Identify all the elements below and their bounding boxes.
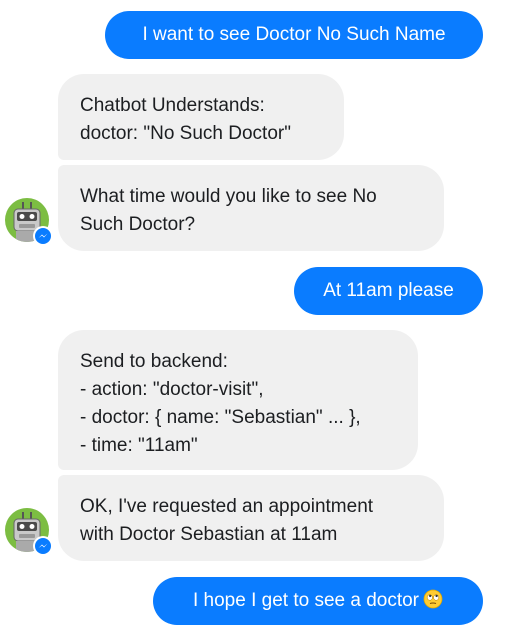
outgoing-message: I want to see Doctor No Such Name: [105, 11, 483, 59]
messenger-badge-icon: [33, 536, 53, 556]
incoming-message: Chatbot Understands: doctor: "No Such Do…: [58, 74, 344, 160]
bot-avatar[interactable]: [5, 508, 53, 556]
outgoing-message: At 11am please: [294, 267, 483, 315]
messenger-badge-icon: [33, 226, 53, 246]
incoming-message: Send to backend: - action: "doctor-visit…: [58, 330, 418, 470]
chat-thread: I want to see Doctor No Such Name Chatbo…: [0, 0, 506, 630]
face-with-rolling-eyes-icon: [423, 580, 443, 609]
bot-avatar[interactable]: [5, 198, 53, 246]
incoming-message: OK, I've requested an appointment with D…: [58, 475, 444, 561]
incoming-message: What time would you like to see No Such …: [58, 165, 444, 251]
outgoing-message: I hope I get to see a doctor: [153, 577, 483, 625]
message-text: I hope I get to see a doctor: [192, 590, 420, 611]
